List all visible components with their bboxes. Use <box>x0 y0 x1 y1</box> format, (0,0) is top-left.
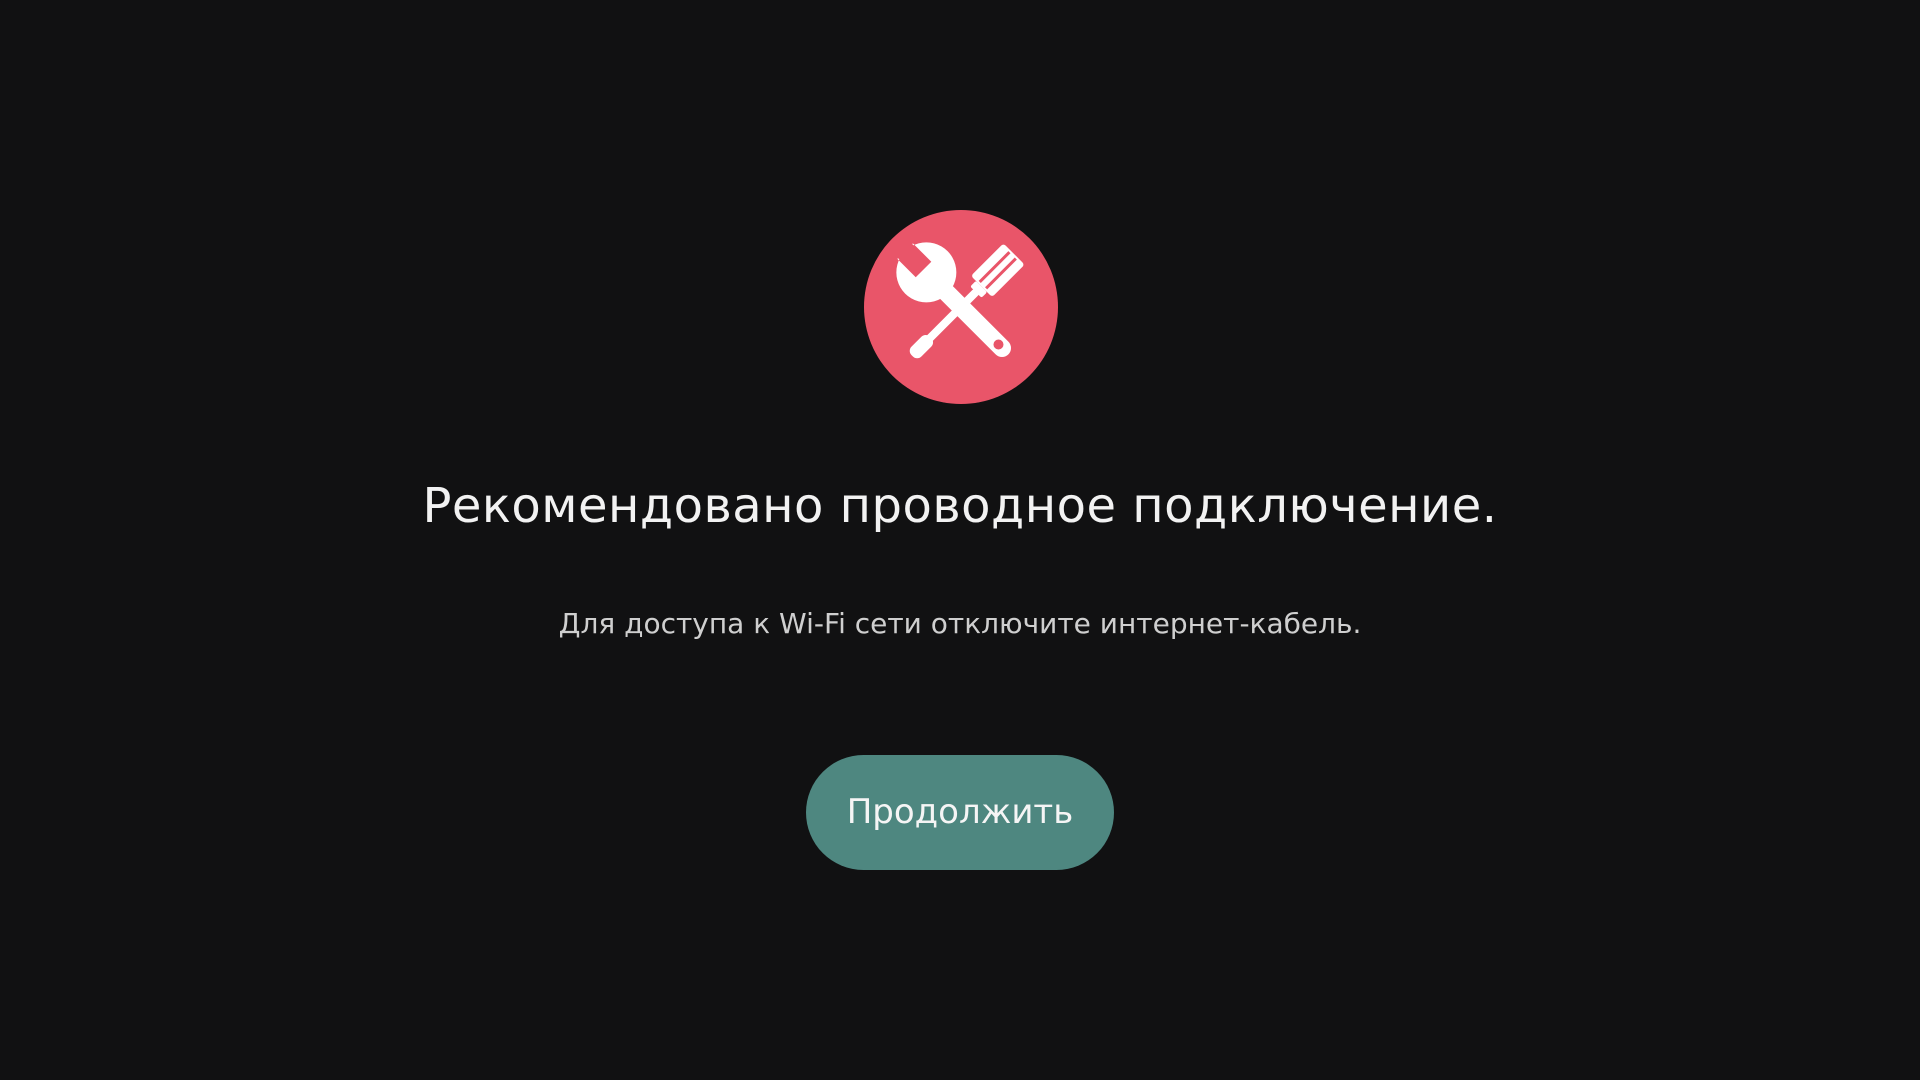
tools-icon <box>892 238 1024 359</box>
wired-connection-dialog: Рекомендовано проводное подключение. Для… <box>0 0 1920 1080</box>
continue-button[interactable]: Продолжить <box>806 755 1114 870</box>
dialog-message: Для доступа к Wi-Fi сети отключите интер… <box>558 607 1362 640</box>
dialog-title: Рекомендовано проводное подключение. <box>422 478 1498 534</box>
tools-icon-badge <box>864 210 1058 404</box>
